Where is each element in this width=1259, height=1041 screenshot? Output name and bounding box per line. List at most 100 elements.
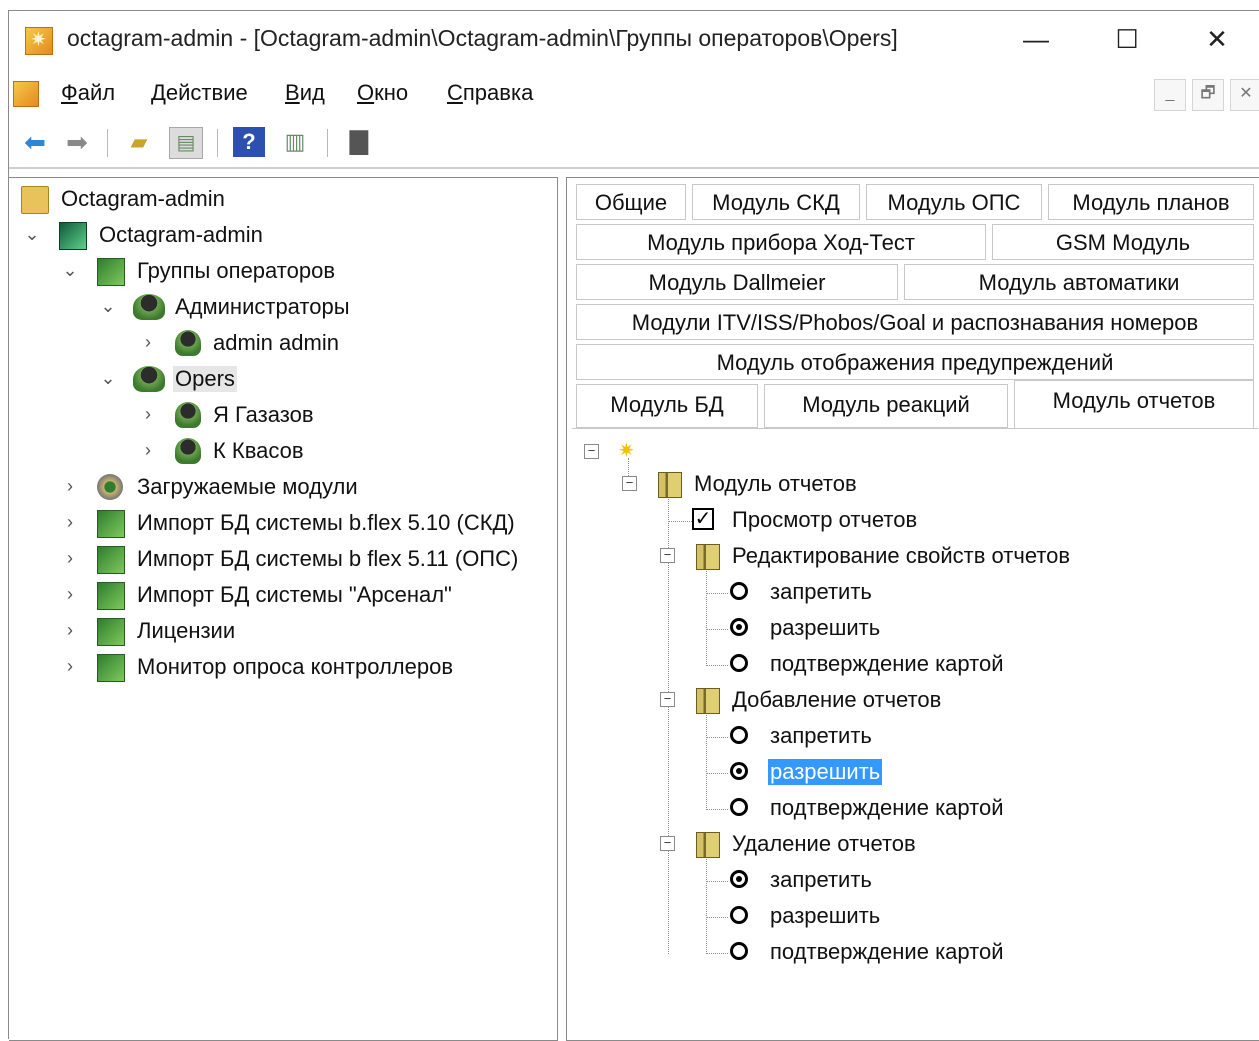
mdi-close-button[interactable]: ✕ [1230, 79, 1259, 111]
chevron-right-icon[interactable]: › [61, 512, 79, 532]
radio-edit-deny[interactable] [730, 582, 748, 600]
tab-general[interactable]: Общие [576, 184, 686, 220]
mdi-minimize-button[interactable]: _ [1154, 79, 1186, 111]
view-reports-checkbox[interactable]: ✓ [692, 508, 714, 530]
properties-icon[interactable]: ▥ [279, 127, 311, 157]
import-icon [97, 510, 125, 538]
tab-gsm[interactable]: GSM Модуль [992, 224, 1254, 260]
tree-import3-label: Импорт БД системы "Арсенал" [137, 582, 452, 607]
collapse-icon[interactable]: − [660, 548, 675, 563]
menu-window-accel: О [357, 80, 375, 105]
radio-delete-card[interactable] [730, 942, 748, 960]
mdi-controls: _ 🗗 ✕ [1154, 79, 1259, 111]
help-icon[interactable]: ? [233, 127, 265, 157]
chevron-right-icon[interactable]: › [61, 620, 79, 640]
import-icon [97, 582, 125, 610]
collapse-icon[interactable]: − [622, 476, 637, 491]
chevron-right-icon[interactable]: › [139, 332, 157, 352]
tab-warnings[interactable]: Модуль отображения предупреждений [576, 344, 1254, 380]
permission-folder-icon [696, 832, 720, 858]
tree-admin-user-label: admin admin [213, 330, 339, 355]
collapse-icon[interactable]: − [660, 836, 675, 851]
tree-connector [668, 521, 692, 522]
option-delete-card-label: подтверждение картой [770, 939, 1004, 964]
operator-groups-icon [97, 258, 125, 286]
tree-connector [706, 665, 728, 666]
chevron-down-icon[interactable]: ⌄ [61, 260, 79, 280]
minimize-button[interactable]: — [1014, 23, 1058, 55]
folder-icon [21, 186, 49, 214]
view-reports-label: Просмотр отчетов [732, 507, 918, 532]
tab-plans[interactable]: Модуль планов [1048, 184, 1254, 220]
menu-window-label: кно [374, 80, 409, 105]
server-icon [59, 222, 87, 250]
tree-connector [706, 917, 728, 918]
option-delete-deny-label: запретить [770, 867, 872, 892]
menu-action[interactable]: Действие [151, 80, 248, 106]
radio-delete-deny[interactable] [730, 870, 748, 888]
permission-group-delete-label: Удаление отчетов [732, 831, 916, 856]
tab-reports[interactable]: Модуль отчетов [1014, 380, 1254, 428]
chevron-down-icon[interactable]: ⌄ [23, 224, 41, 244]
tree-node-label: Octagram-admin [99, 222, 263, 247]
option-edit-deny-label: запретить [770, 579, 872, 604]
close-button[interactable]: ✕ [1195, 23, 1239, 55]
navigation-tree: Octagram-admin ⌄ Octagram-admin ⌄ Группы… [9, 177, 558, 1041]
menu-window[interactable]: Окно [357, 80, 408, 106]
menu-action-accel: Д [151, 80, 166, 105]
forward-icon[interactable]: ➡ [61, 127, 93, 157]
tab-automation[interactable]: Модуль автоматики [904, 264, 1254, 300]
chevron-down-icon[interactable]: ⌄ [99, 368, 117, 388]
tree-licenses-label: Лицензии [137, 618, 236, 643]
chevron-right-icon[interactable]: › [61, 548, 79, 568]
tab-ops[interactable]: Модуль ОПС [866, 184, 1042, 220]
option-edit-card-label: подтверждение картой [770, 651, 1004, 676]
toolbar: ⬅ ➡ ▰ ▤ ? ▥ ▇ [9, 117, 1259, 169]
toolbar-separator [217, 129, 218, 157]
radio-edit-allow[interactable] [730, 618, 748, 636]
chevron-right-icon[interactable]: › [139, 404, 157, 424]
tab-dallmeier[interactable]: Модуль Dallmeier [576, 264, 898, 300]
up-folder-icon[interactable]: ▰ [123, 127, 155, 157]
chevron-right-icon[interactable]: › [61, 476, 79, 496]
tab-hodtest[interactable]: Модуль прибора Ход-Тест [576, 224, 986, 260]
radio-delete-allow[interactable] [730, 906, 748, 924]
radio-add-card[interactable] [730, 798, 748, 816]
permission-group-add-label: Добавление отчетов [732, 687, 942, 712]
back-icon[interactable]: ⬅ [19, 127, 51, 157]
chevron-right-icon[interactable]: › [139, 440, 157, 460]
chevron-right-icon[interactable]: › [61, 584, 79, 604]
menu-file[interactable]: Файл [61, 80, 115, 106]
user-icon [175, 402, 201, 428]
tree-groups-label: Группы операторов [137, 258, 336, 283]
radio-add-allow[interactable] [730, 762, 748, 780]
tab-itv[interactable]: Модули ITV/ISS/Phobos/Goal и распознаван… [576, 304, 1254, 340]
user-group-icon [133, 294, 165, 320]
menu-help[interactable]: Справка [447, 80, 533, 106]
menu-help-label: правка [462, 80, 534, 105]
save-icon[interactable]: ▇ [343, 127, 375, 157]
permission-folder-icon [658, 472, 682, 498]
tab-db[interactable]: Модуль БД [576, 384, 758, 428]
mdi-restore-button[interactable]: 🗗 [1192, 79, 1224, 111]
app-menu-icon[interactable] [13, 81, 39, 107]
toolbar-separator [327, 129, 328, 157]
option-add-allow-label: разрешить [768, 759, 883, 785]
tree-monitor-label: Монитор опроса контроллеров [137, 654, 454, 679]
sparkle-icon: ✷ [618, 440, 635, 462]
tab-skd[interactable]: Модуль СКД [692, 184, 860, 220]
chevron-right-icon[interactable]: › [61, 656, 79, 676]
option-delete-allow-label: разрешить [770, 903, 881, 928]
menu-view[interactable]: Вид [285, 80, 325, 106]
maximize-button[interactable]: ☐ [1105, 23, 1149, 55]
user-icon [175, 330, 201, 356]
show-hide-tree-icon[interactable]: ▤ [169, 127, 203, 159]
radio-edit-card[interactable] [730, 654, 748, 672]
collapse-icon[interactable]: − [660, 692, 675, 707]
tab-reactions[interactable]: Модуль реакций [764, 384, 1008, 428]
radio-add-deny[interactable] [730, 726, 748, 744]
tree-root-label: Octagram-admin [61, 186, 225, 211]
tree-connector [706, 566, 707, 666]
chevron-down-icon[interactable]: ⌄ [99, 296, 117, 316]
collapse-icon[interactable]: − [584, 444, 599, 459]
